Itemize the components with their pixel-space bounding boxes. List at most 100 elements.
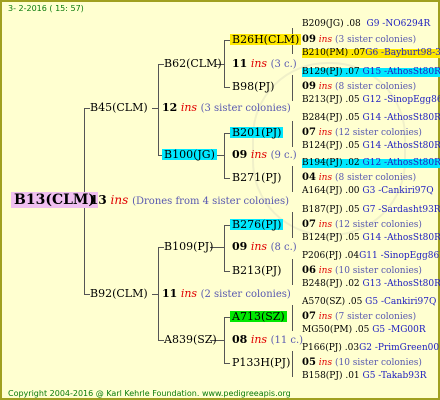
gen4-ins: ins: [318, 312, 333, 322]
connector: [158, 247, 159, 340]
gen4-row-a-6[interactable]: A570(SZ) .05 G5 -Cankiri97Q: [302, 298, 436, 307]
gen1-node-0[interactable]: B45(CLM): [90, 102, 148, 113]
gen2-drone-count-0: 11: [232, 57, 248, 70]
gen4-drone-row-0: 09 ins (3 sister colonies): [302, 35, 416, 45]
gen4-row-c-4[interactable]: B124(PJ) .05 G14 -AthosSt80R: [302, 234, 440, 243]
gen3-node-3[interactable]: B271(PJ): [232, 172, 281, 183]
gen4-ins: ins: [318, 128, 333, 138]
gen4-row-c-6[interactable]: MG50(PM) .05 G5 -MG00R: [302, 326, 426, 335]
gen3-node-7[interactable]: P133H(PJ): [232, 357, 290, 368]
gen4-ins: ins: [318, 173, 333, 183]
gen4-row-a-4[interactable]: B187(PJ) .05 G7 -Sardasht93R: [302, 206, 440, 215]
gen4-queen: B194(PJ) .02: [302, 158, 360, 168]
gen4-origin: G5 -MG00R: [372, 325, 426, 335]
gen4-queen: B210(PM) .07: [302, 48, 366, 58]
gen4-origin: G6 -Bayburt98-3: [365, 48, 440, 58]
gen4-ins: ins: [318, 358, 333, 368]
gen1-drone-count-0: 12: [162, 101, 178, 114]
gen4-origin: G14 -AthosSt80R: [362, 141, 440, 151]
gen4-drone-row-6: 07 ins (7 sister colonies): [302, 312, 416, 322]
gen4-note: (7 sister colonies): [334, 312, 417, 322]
gen3-node-4[interactable]: B276(PJ): [230, 219, 284, 230]
gen1-ins-1: ins: [180, 287, 198, 300]
gen4-origin: G14 -AthosSt80R: [362, 113, 440, 123]
connector: [292, 166, 293, 192]
gen1-node-1[interactable]: B92(CLM): [90, 288, 148, 299]
gen4-origin: G15 -AthosSt80R: [362, 67, 440, 77]
gen4-queen: P166(PJ) .03: [302, 343, 360, 353]
gen1-ins-0: ins: [180, 101, 198, 114]
connector: [224, 40, 225, 87]
gen4-drone-count: 04: [302, 172, 316, 183]
gen2-node-0[interactable]: B62(CLM): [164, 58, 222, 69]
gen4-drone-row-5: 06 ins (10 sister colonies): [302, 266, 422, 276]
connector: [292, 259, 293, 285]
gen4-origin: G12 -AthosSt80R: [362, 158, 440, 168]
gen2-drone-count-2: 09: [232, 240, 248, 253]
gen2-node-2[interactable]: B109(PJ): [164, 241, 213, 252]
gen2-note-3: (11 c.): [270, 335, 304, 346]
gen4-drone-count: 09: [302, 34, 316, 45]
gen2-drone-count-1: 09: [232, 148, 248, 161]
gen4-row-c-1[interactable]: B213(PJ) .05 G12 -SinopEgg86R: [302, 96, 440, 105]
gen1-drone-info-1: 11 ins (2 sister colonies): [162, 288, 291, 300]
gen4-row-a-0[interactable]: B209(JG) .08 G9 -NO6294R: [302, 20, 430, 29]
gen4-note: (12 sister colonies): [334, 128, 422, 138]
gen4-note: (12 sister colonies): [334, 220, 422, 230]
gen2-drone-info-3: 08 ins (11 c.): [232, 334, 303, 346]
gen2-ins-3: ins: [250, 333, 268, 346]
gen4-drone-row-3: 04 ins (8 sister colonies): [302, 173, 416, 183]
gen4-origin: G11 -SinopEgg86R: [359, 251, 440, 261]
gen4-queen: B124(PJ) .05: [302, 141, 360, 151]
gen4-row-a-3[interactable]: B194(PJ) .02 G12 -AthosSt80R: [302, 159, 440, 168]
connector: [292, 121, 293, 147]
gen4-drone-count: 06: [302, 265, 316, 276]
gen2-ins-2: ins: [250, 240, 268, 253]
gen4-row-a-2[interactable]: B284(PJ) .05 G14 -AthosSt80R: [302, 114, 440, 123]
gen4-ins: ins: [318, 220, 333, 230]
gen4-queen: A570(SZ) .05: [302, 297, 363, 307]
gen4-queen: B209(JG) .08: [302, 19, 361, 29]
gen2-node-3[interactable]: A839(SZ): [164, 334, 217, 345]
gen3-node-1[interactable]: B98(PJ): [232, 81, 274, 92]
gen4-queen: MG50(PM) .05: [302, 325, 370, 335]
gen2-ins-1: ins: [250, 148, 268, 161]
gen1-drone-info-0: 12 ins (3 sister colonies): [162, 102, 291, 114]
gen4-note: (3 sister colonies): [334, 35, 417, 45]
connector: [158, 64, 159, 156]
root-drone-info: 13 ins (Drones from 4 sister colonies): [90, 194, 289, 207]
gen4-origin: G5 -Takab93R: [362, 371, 427, 381]
gen4-row-c-2[interactable]: B124(PJ) .05 G14 -AthosSt80R: [302, 142, 440, 151]
gen3-node-6[interactable]: A713(SZ): [230, 311, 287, 322]
gen4-ins: ins: [318, 35, 333, 45]
gen2-node-1[interactable]: B100(JG): [162, 149, 217, 160]
gen3-node-2[interactable]: B201(PJ): [230, 127, 284, 138]
gen4-origin: G2 -PrimGreen00: [359, 343, 440, 353]
gen4-row-c-0[interactable]: B210(PM) .07G6 -Bayburt98-3: [302, 49, 440, 58]
gen4-drone-count: 09: [302, 81, 316, 92]
connector: [224, 87, 230, 88]
gen4-origin: G14 -AthosSt80R: [362, 233, 440, 243]
gen4-row-c-3[interactable]: A164(PJ) .00 G3 -Cankiri97Q: [302, 187, 434, 196]
connector: [224, 317, 225, 363]
gen1-note-0: (3 sister colonies): [200, 103, 291, 114]
gen4-row-a-1[interactable]: B129(PJ) .07 G15 -AthosSt80R: [302, 68, 440, 77]
gen4-drone-count: 07: [302, 127, 316, 138]
gen4-queen: B129(PJ) .07: [302, 67, 360, 77]
gen4-row-c-7[interactable]: B158(PJ) .01 G5 -Takab93R: [302, 372, 427, 381]
gen3-node-0[interactable]: B26H(CLM): [230, 34, 302, 45]
gen4-row-a-5[interactable]: P206(PJ) .04G11 -SinopEgg86R: [302, 252, 440, 261]
gen4-row-a-7[interactable]: P166(PJ) .03G2 -PrimGreen00: [302, 344, 439, 353]
gen4-origin: G5 -Cankiri97Q: [365, 297, 437, 307]
gen4-origin: G9 -NO6294R: [366, 19, 431, 29]
gen3-node-5[interactable]: B213(PJ): [232, 265, 281, 276]
connector: [224, 178, 230, 179]
root-queen[interactable]: B13(CLM): [11, 192, 99, 208]
gen4-row-c-5[interactable]: B248(PJ) .02 G13 -AthosSt80R: [302, 280, 440, 289]
gen4-drone-count: 07: [302, 219, 316, 230]
gen4-queen: B213(PJ) .05: [302, 95, 360, 105]
gen2-drone-info-2: 09 ins (8 c.): [232, 241, 297, 253]
gen4-note: (10 sister colonies): [334, 266, 422, 276]
gen4-origin: G12 -SinopEgg86R: [362, 95, 440, 105]
gen4-queen: B124(PJ) .05: [302, 233, 360, 243]
